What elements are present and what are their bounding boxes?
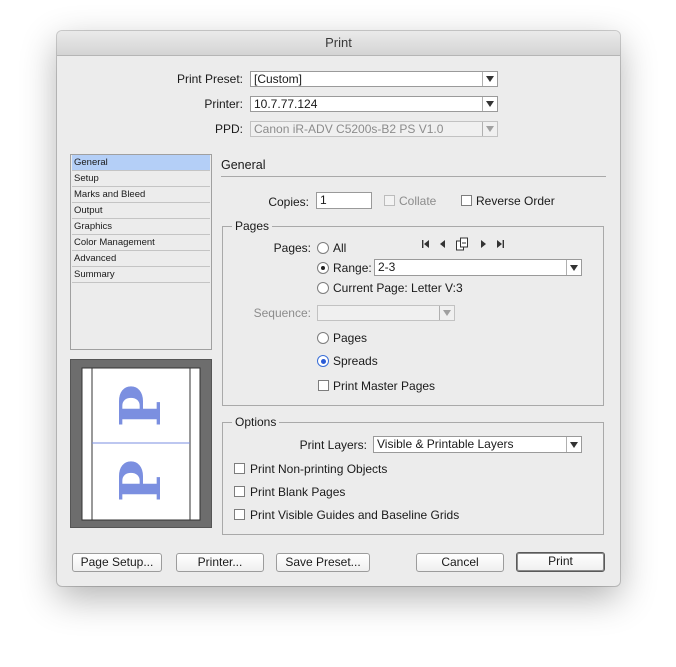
preview-glyph-top: P [108,385,174,427]
first-page-icon[interactable] [421,238,431,250]
sidebar-item-advanced[interactable]: Advanced [72,251,210,267]
printer-select[interactable]: 10.7.77.124 [250,96,498,112]
chevron-down-icon [439,306,454,320]
print-guides-checkbox[interactable] [234,509,245,520]
printer-button[interactable]: Printer... [176,553,264,572]
reverse-order-label: Reverse Order [476,194,555,208]
page-setup-button[interactable]: Page Setup... [72,553,162,572]
all-radio[interactable] [317,242,329,254]
sidebar-item-setup[interactable]: Setup [72,171,210,187]
chevron-down-icon [482,97,497,111]
chevron-down-icon[interactable] [566,260,581,275]
print-layers-label: Print Layers: [299,438,367,452]
pages-layout-label: Pages [333,331,368,345]
range-value: 2-3 [378,260,396,274]
range-input[interactable]: 2-3 [374,259,582,276]
print-blank-pages-label: Print Blank Pages [250,485,346,499]
print-preset-label: Print Preset: [176,72,243,86]
spreads-label: Spreads [333,354,378,368]
print-non-printing-checkbox[interactable] [234,463,245,474]
sidebar-item-general[interactable]: General [72,155,210,171]
pages-layout-radio[interactable] [317,332,329,344]
cancel-button[interactable]: Cancel [416,553,504,572]
print-dialog: Print Print Preset: [Custom] Printer: 10… [57,31,620,586]
reverse-order-checkbox[interactable] [461,195,472,206]
all-radio-label: All [333,241,347,255]
range-radio-label: Range: [333,261,372,275]
page-spread-icon[interactable] [455,237,469,251]
pages-label: Pages: [273,241,311,255]
print-preview: P P [70,359,212,528]
printer-label: Printer: [204,97,243,111]
print-layers-select[interactable]: Visible & Printable Layers [373,436,582,453]
chevron-down-icon [482,122,497,136]
print-button[interactable]: Print [516,552,605,572]
print-master-pages-checkbox[interactable] [318,380,329,391]
sidebar-item-marks-and-bleed[interactable]: Marks and Bleed [72,187,210,203]
sidebar-item-output[interactable]: Output [72,203,210,219]
preview-glyph-bottom: P [108,460,174,502]
pages-group-title: Pages [232,219,273,233]
print-guides-label: Print Visible Guides and Baseline Grids [250,508,460,522]
save-preset-button[interactable]: Save Preset... [276,553,370,572]
chevron-down-icon [566,437,581,452]
collate-checkbox [384,195,395,206]
window-title: Print [57,31,620,56]
section-title: General [221,158,266,172]
copies-input[interactable]: 1 [316,192,372,209]
print-preset-select[interactable]: [Custom] [250,71,498,87]
category-list: General Setup Marks and Bleed Output Gra… [70,154,212,350]
current-page-radio[interactable] [317,282,329,294]
sidebar-item-graphics[interactable]: Graphics [72,219,210,235]
spreads-radio[interactable] [317,355,329,367]
print-blank-pages-checkbox[interactable] [234,486,245,497]
sequence-label: Sequence: [253,306,311,320]
next-page-icon[interactable] [478,238,488,250]
preview-page-graphic: P P [81,367,201,521]
range-radio[interactable] [317,262,329,274]
print-layers-value: Visible & Printable Layers [377,437,514,451]
sidebar-item-summary[interactable]: Summary [72,267,210,283]
print-preset-value: [Custom] [254,72,303,86]
ppd-value: Canon iR-ADV C5200s-B2 PS V1.0 [254,122,444,136]
chevron-down-icon [482,72,497,86]
printer-value: 10.7.77.124 [254,97,318,111]
ppd-select: Canon iR-ADV C5200s-B2 PS V1.0 [250,121,498,137]
last-page-icon[interactable] [495,238,505,250]
previous-page-icon[interactable] [438,238,448,250]
section-divider [221,176,606,177]
print-master-pages-label: Print Master Pages [333,379,436,393]
current-page-label: Current Page: Letter V:3 [333,281,463,295]
options-group-title: Options [232,415,280,429]
sequence-select [317,305,455,321]
print-non-printing-label: Print Non-printing Objects [250,462,388,476]
ppd-label: PPD: [214,122,243,136]
copies-label: Copies: [268,195,309,209]
collate-label: Collate [399,194,437,208]
sidebar-item-color-management[interactable]: Color Management [72,235,210,251]
